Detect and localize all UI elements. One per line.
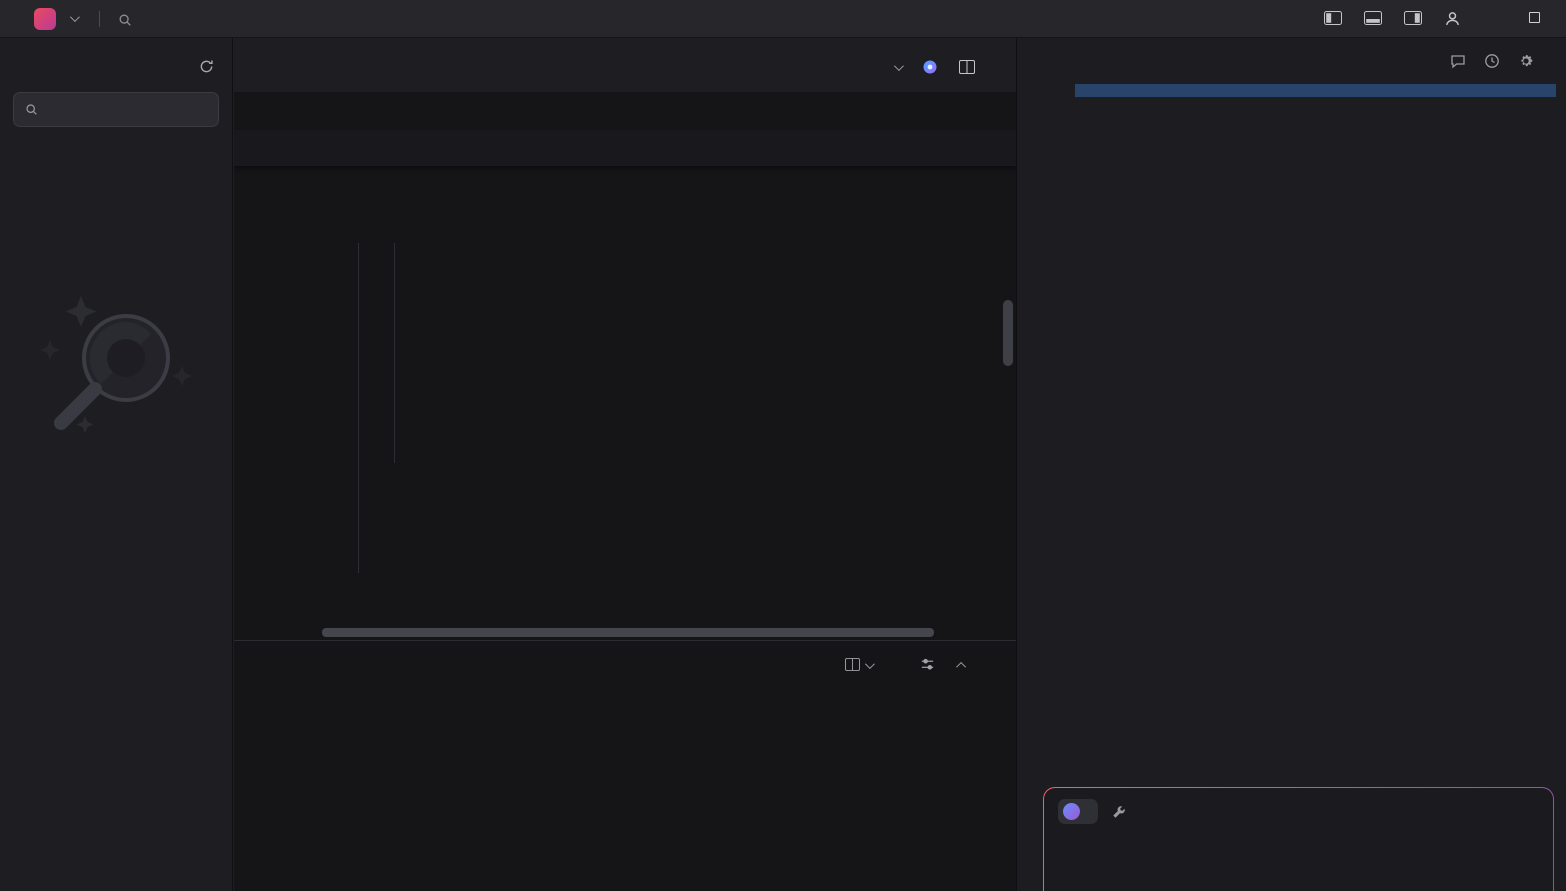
split-editor-icon[interactable]	[959, 58, 975, 76]
new-chat-icon[interactable]	[1450, 52, 1466, 70]
ai-assistant-icon[interactable]	[922, 58, 938, 76]
extension-search-input[interactable]	[13, 92, 219, 127]
search-icon	[118, 10, 132, 26]
refresh-icon[interactable]	[199, 58, 214, 76]
toggle-bottom-panel-icon[interactable]	[1364, 10, 1382, 28]
breadcrumb	[234, 92, 1016, 130]
titlebar	[0, 0, 1566, 38]
settings-gear-icon[interactable]	[1518, 52, 1534, 70]
tools-icon[interactable]	[1112, 805, 1126, 819]
editor-tabbar	[234, 38, 1016, 92]
indent-guide	[394, 243, 395, 463]
builder-avatar	[1063, 803, 1080, 820]
account-icon[interactable]	[1444, 10, 1461, 28]
builder-mention-chip[interactable]	[1058, 799, 1098, 824]
empty-search-illustration	[0, 292, 232, 460]
divider	[99, 11, 100, 27]
trae-logo	[34, 8, 56, 30]
maximize-panel-icon[interactable]	[956, 661, 966, 671]
toggle-left-panel-icon[interactable]	[1324, 10, 1342, 28]
panel-views-icon[interactable]	[920, 656, 935, 674]
split-panel-icon	[845, 656, 860, 674]
code-editor[interactable]	[234, 130, 1016, 640]
horizontal-scrollbar[interactable]	[322, 628, 934, 637]
history-icon[interactable]	[1484, 52, 1500, 70]
indent-guide	[358, 243, 359, 573]
panel-header	[234, 641, 1016, 689]
search-icon	[25, 103, 38, 116]
vertical-scrollbar[interactable]	[1003, 300, 1013, 366]
chat-input-toolbar	[1058, 799, 1539, 824]
chat-header	[1017, 38, 1566, 84]
sticky-scroll-line[interactable]	[234, 130, 1016, 166]
chevron-down-icon	[70, 12, 80, 22]
titlebar-actions	[1280, 10, 1566, 28]
extension-sidebar	[0, 38, 233, 891]
chat-input-box[interactable]	[1043, 787, 1554, 891]
chevron-down-icon	[865, 659, 875, 669]
chat-messages[interactable]	[1043, 84, 1556, 741]
editor-column	[234, 38, 1016, 891]
toggle-right-panel-icon[interactable]	[1404, 10, 1422, 28]
split-terminal-button[interactable]	[845, 656, 872, 674]
terminal-body	[234, 689, 1016, 891]
workspace-switcher[interactable]	[34, 8, 77, 30]
chevron-down-icon	[894, 61, 904, 71]
editor-actions	[889, 58, 996, 76]
trae-ai-panel	[1016, 38, 1566, 891]
panel-actions	[845, 656, 990, 674]
bottom-panel	[234, 640, 1016, 891]
terminal-output[interactable]	[234, 689, 876, 891]
global-search[interactable]	[118, 10, 141, 26]
chat-header-actions	[1450, 52, 1552, 70]
maximize-icon[interactable]	[1529, 10, 1548, 28]
run-button[interactable]	[889, 64, 901, 71]
terminal-session-list	[876, 697, 1016, 891]
thinking-paragraph-clipped	[1075, 84, 1556, 97]
